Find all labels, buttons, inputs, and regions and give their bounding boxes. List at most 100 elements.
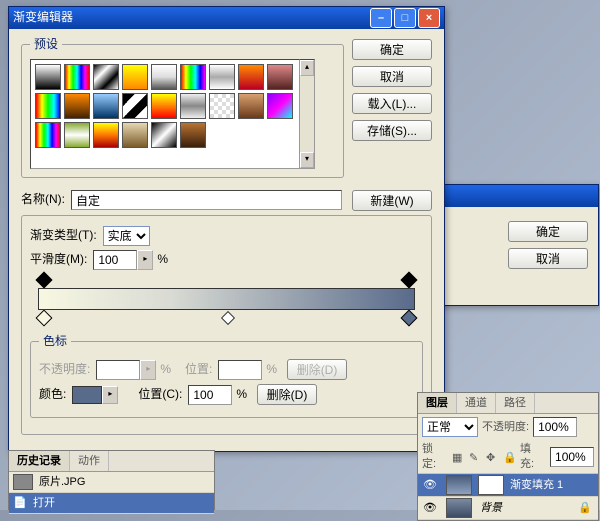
opacity-stop-right[interactable]	[401, 271, 418, 288]
preset-swatch[interactable]	[93, 93, 119, 119]
opacity-stop-track[interactable]	[38, 274, 415, 288]
lock-icon: 🔒	[578, 501, 592, 515]
preset-swatch[interactable]	[151, 122, 177, 148]
color-stop-right[interactable]	[401, 309, 418, 326]
gradient-editor-window: 渐变编辑器 – □ × 预设 ▴ ▾ 确定 取消 载入(L)... 存储(S).…	[8, 6, 445, 452]
preset-swatch[interactable]	[209, 64, 235, 90]
preset-swatch[interactable]	[151, 93, 177, 119]
tab-paths[interactable]: 路径	[496, 393, 535, 413]
lock-paint-icon[interactable]: ✎	[469, 451, 481, 463]
layers-tabs: 图层 通道 路径	[418, 393, 598, 414]
preset-swatch[interactable]	[93, 122, 119, 148]
type-label: 渐变类型(T):	[30, 228, 97, 244]
layer-name: 渐变填充 1	[510, 478, 563, 492]
layer-row-background[interactable]: 👁 背景 🔒	[418, 497, 598, 520]
dialog2-cancel-button[interactable]: 取消	[508, 248, 588, 269]
position2-label: 位置(C):	[138, 387, 182, 403]
fill-label: 填充:	[520, 442, 545, 471]
preset-swatch[interactable]	[267, 64, 293, 90]
gradient-editor-titlebar[interactable]: 渐变编辑器 – □ ×	[9, 7, 444, 29]
history-root-item[interactable]: 原片.JPG	[9, 472, 214, 493]
fill-input[interactable]	[550, 447, 594, 467]
tab-actions[interactable]: 动作	[70, 451, 109, 471]
dropdown-icon: ▸	[140, 360, 156, 380]
scroll-up-icon[interactable]: ▴	[300, 60, 314, 76]
position-input	[218, 360, 262, 380]
layer-opacity-label: 不透明度:	[482, 420, 529, 434]
preset-swatch[interactable]	[238, 93, 264, 119]
ok-button[interactable]: 确定	[352, 39, 432, 60]
layers-panel: 图层 通道 路径 正常 不透明度: 锁定: ▦ ✎ ✥ 🔒 填充: 👁 渐变填充…	[417, 392, 599, 521]
preset-swatch[interactable]	[267, 93, 293, 119]
percent-label: %	[157, 252, 168, 268]
layer-thumb-icon	[446, 475, 472, 495]
layer-opacity-input[interactable]	[533, 417, 577, 437]
lock-label: 锁定:	[422, 442, 447, 471]
color-stop-track[interactable]	[38, 310, 415, 324]
minimize-button[interactable]: –	[370, 8, 392, 28]
layer-name: 背景	[480, 501, 502, 515]
type-select[interactable]: 实底	[103, 226, 150, 246]
layer-row-gradient-fill[interactable]: 👁 渐变填充 1	[418, 474, 598, 497]
smoothness-input[interactable]	[93, 250, 137, 270]
midpoint-handle[interactable]	[221, 311, 235, 325]
preset-swatch[interactable]	[122, 93, 148, 119]
preset-swatch[interactable]	[209, 93, 235, 119]
presets-fieldset: 预设 ▴ ▾	[21, 37, 344, 178]
load-button[interactable]: 载入(L)...	[352, 93, 432, 114]
preset-swatch[interactable]	[122, 64, 148, 90]
preset-scrollbar[interactable]: ▴ ▾	[300, 59, 315, 169]
save-button[interactable]: 存储(S)...	[352, 120, 432, 141]
open-step-icon: 📄	[13, 496, 27, 510]
layer-thumb-icon	[446, 498, 472, 518]
blend-mode-select[interactable]: 正常	[422, 417, 478, 437]
lock-transparency-icon[interactable]: ▦	[452, 451, 464, 463]
tab-history[interactable]: 历史记录	[9, 451, 70, 471]
history-tabs: 历史记录 动作	[9, 451, 214, 472]
window-title: 渐变编辑器	[13, 10, 368, 26]
opacity-label: 不透明度:	[39, 362, 90, 378]
lock-all-icon[interactable]: 🔒	[503, 451, 515, 463]
preset-swatch[interactable]	[180, 64, 206, 90]
gradient-bar[interactable]	[38, 288, 415, 310]
lock-position-icon[interactable]: ✥	[486, 451, 498, 463]
cancel-button[interactable]: 取消	[352, 66, 432, 87]
smoothness-label: 平滑度(M):	[30, 252, 87, 268]
preset-swatch[interactable]	[180, 93, 206, 119]
stops-legend: 色标	[39, 334, 71, 350]
preset-swatch[interactable]	[238, 64, 264, 90]
preset-swatch[interactable]	[64, 64, 90, 90]
dropdown-icon[interactable]: ▸	[137, 250, 153, 270]
preset-grid[interactable]	[30, 59, 300, 169]
delete-color-stop-button[interactable]: 删除(D)	[257, 384, 317, 405]
preset-swatch[interactable]	[180, 122, 206, 148]
preset-swatch[interactable]	[64, 122, 90, 148]
preset-swatch[interactable]	[35, 93, 61, 119]
history-root-label: 原片.JPG	[39, 475, 85, 489]
position2-input[interactable]	[188, 385, 232, 405]
name-input[interactable]	[71, 190, 342, 210]
dialog2-ok-button[interactable]: 确定	[508, 221, 588, 242]
preset-swatch[interactable]	[64, 93, 90, 119]
history-step-open[interactable]: 📄 打开	[9, 493, 214, 514]
color-dropdown-icon[interactable]: ▸	[102, 386, 118, 404]
new-button[interactable]: 新建(W)	[352, 190, 432, 211]
color-stop-left[interactable]	[36, 309, 53, 326]
stops-fieldset: 色标 不透明度: ▸ % 位置: % 删除(D) 颜色: ▸ 位置(C): %	[30, 334, 423, 419]
preset-swatch[interactable]	[151, 64, 177, 90]
opacity-stop-left[interactable]	[36, 271, 53, 288]
tab-channels[interactable]: 通道	[457, 393, 496, 413]
visibility-icon[interactable]: 👁	[422, 500, 438, 516]
preset-swatch[interactable]	[35, 64, 61, 90]
opacity-input	[96, 360, 140, 380]
visibility-icon[interactable]: 👁	[422, 477, 438, 493]
maximize-button[interactable]: □	[394, 8, 416, 28]
history-panel: 历史记录 动作 原片.JPG 📄 打开	[8, 450, 215, 510]
tab-layers[interactable]: 图层	[418, 393, 457, 413]
preset-swatch[interactable]	[122, 122, 148, 148]
close-button[interactable]: ×	[418, 8, 440, 28]
preset-swatch[interactable]	[93, 64, 119, 90]
color-swatch[interactable]	[72, 386, 102, 404]
scroll-down-icon[interactable]: ▾	[300, 152, 314, 168]
preset-swatch[interactable]	[35, 122, 61, 148]
